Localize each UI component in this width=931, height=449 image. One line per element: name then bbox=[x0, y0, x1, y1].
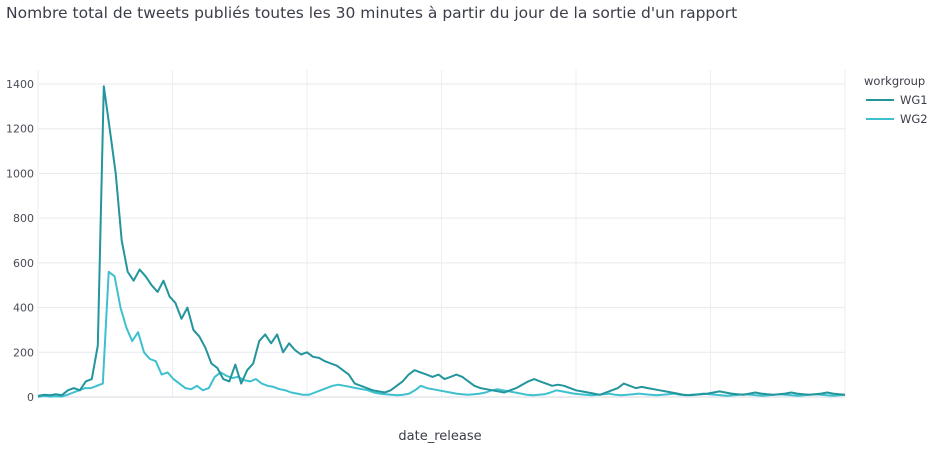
y-tick-label: 200 bbox=[13, 346, 34, 359]
y-tick-label: 400 bbox=[13, 302, 34, 315]
legend-title: workgroup bbox=[864, 74, 925, 88]
y-tick-label: 0 bbox=[27, 391, 34, 404]
grid bbox=[37, 70, 846, 398]
y-tick-label: 600 bbox=[13, 257, 34, 270]
y-tick-label: 1400 bbox=[6, 78, 34, 91]
legend[interactable]: workgroup WG1 WG2 bbox=[864, 74, 928, 126]
legend-item-wg1[interactable]: WG1 bbox=[866, 93, 928, 107]
legend-label: WG2 bbox=[900, 112, 928, 126]
y-tick-label: 1000 bbox=[6, 167, 34, 180]
line-chart[interactable]: 0 200 400 600 800 1000 1200 1400 date_release w… bbox=[0, 0, 931, 449]
legend-item-wg2[interactable]: WG2 bbox=[866, 112, 928, 126]
x-axis-title: date_release bbox=[398, 429, 481, 444]
y-tick-label: 800 bbox=[13, 212, 34, 225]
y-tick-label: 1200 bbox=[6, 123, 34, 136]
y-axis-ticks: 0 200 400 600 800 1000 1200 1400 bbox=[6, 78, 34, 404]
legend-label: WG1 bbox=[900, 93, 928, 107]
